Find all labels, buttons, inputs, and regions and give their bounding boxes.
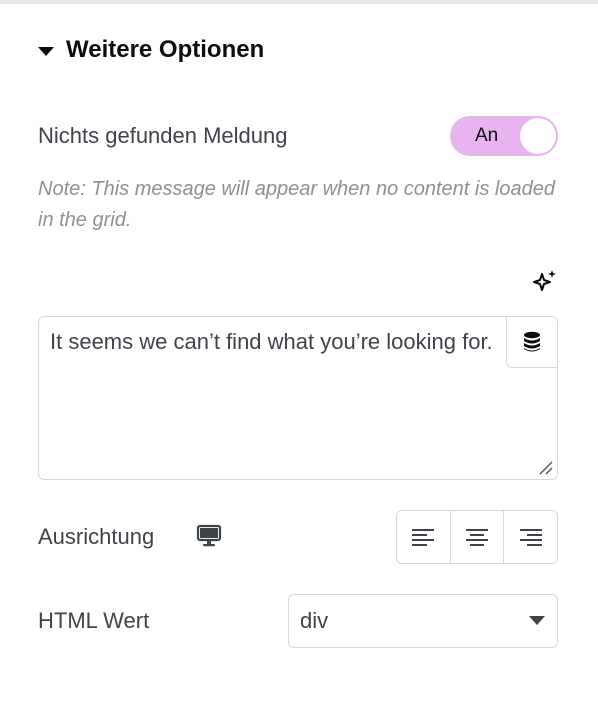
- toggle-label: An: [475, 125, 499, 146]
- html-tag-select[interactable]: div: [288, 594, 558, 648]
- section-title: Weitere Optionen: [66, 36, 265, 63]
- database-icon: [524, 331, 540, 352]
- no-results-label: Nichts gefunden Meldung: [38, 123, 288, 148]
- desktop-icon[interactable]: [196, 524, 222, 548]
- section-toggle-weitere-optionen[interactable]: Weitere Optionen: [38, 34, 264, 66]
- html-tag-select-value: div: [300, 608, 329, 633]
- align-center-button[interactable]: [449, 511, 504, 563]
- resize-handle-icon[interactable]: [539, 461, 553, 475]
- no-results-toggle[interactable]: An: [450, 116, 558, 156]
- sparkle-icon[interactable]: [532, 268, 558, 294]
- caret-down-icon: [38, 46, 54, 56]
- textarea-value: It seems we can’t find what you’re looki…: [50, 329, 493, 354]
- toggle-knob: [520, 118, 556, 154]
- alignment-button-group: [396, 510, 558, 564]
- align-right-button[interactable]: [503, 511, 557, 563]
- dynamic-tags-button[interactable]: [506, 317, 557, 368]
- align-left-button[interactable]: [397, 511, 450, 563]
- align-left-icon: [412, 529, 435, 546]
- align-center-icon: [466, 529, 488, 546]
- html-tag-label: HTML Wert: [38, 608, 150, 633]
- no-results-message-textarea[interactable]: It seems we can’t find what you’re looki…: [38, 316, 558, 480]
- align-right-icon: [519, 529, 542, 546]
- panel-top-border: [0, 0, 598, 4]
- chevron-down-icon: [529, 616, 545, 625]
- alignment-label: Ausrichtung: [38, 524, 155, 549]
- no-results-note: Note: This message will appear when no c…: [38, 178, 555, 231]
